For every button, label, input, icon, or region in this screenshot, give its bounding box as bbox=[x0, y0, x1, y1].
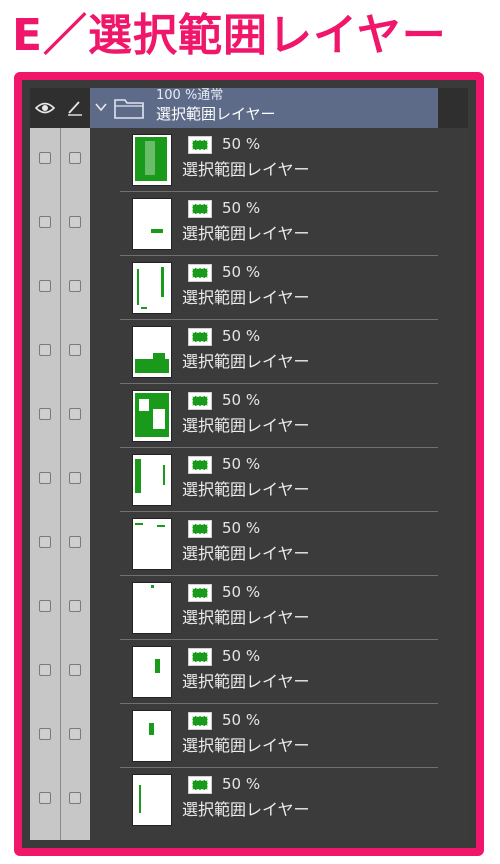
layer-thumbnail bbox=[132, 774, 172, 826]
edit-lock-checkbox[interactable] bbox=[69, 280, 81, 292]
pen-icon[interactable] bbox=[60, 88, 90, 128]
visibility-checkbox[interactable] bbox=[39, 472, 51, 484]
layer-thumbnail bbox=[132, 262, 172, 314]
layer-thumbnail bbox=[132, 646, 172, 698]
visibility-checkbox[interactable] bbox=[39, 408, 51, 420]
selection-layer-icon bbox=[188, 200, 212, 218]
layer-opacity: 50 % bbox=[222, 647, 261, 665]
eye-icon[interactable] bbox=[30, 88, 60, 128]
layer-panel-header: 100 %通常 選択範囲レイヤー bbox=[30, 88, 468, 128]
layer-panel: 100 %通常 選択範囲レイヤー 50 % 選択範囲レイヤー 50 % 選択範囲… bbox=[30, 88, 468, 840]
layer-row[interactable]: 50 % 選択範囲レイヤー bbox=[30, 704, 468, 768]
edit-lock-checkbox[interactable] bbox=[69, 792, 81, 804]
layer-name: 選択範囲レイヤー bbox=[182, 544, 310, 563]
selection-layer-icon bbox=[188, 264, 212, 282]
edit-lock-checkbox[interactable] bbox=[69, 344, 81, 356]
edit-lock-checkbox[interactable] bbox=[69, 216, 81, 228]
visibility-checkbox[interactable] bbox=[39, 728, 51, 740]
folder-icon bbox=[114, 99, 144, 119]
selection-layer-icon bbox=[188, 776, 212, 794]
layer-thumbnail bbox=[132, 454, 172, 506]
layer-name: 選択範囲レイヤー bbox=[182, 800, 310, 819]
layer-row[interactable]: 50 % 選択範囲レイヤー bbox=[30, 640, 468, 704]
edit-lock-checkbox[interactable] bbox=[69, 408, 81, 420]
selection-layer-icon bbox=[188, 584, 212, 602]
visibility-checkbox[interactable] bbox=[39, 216, 51, 228]
highlight-frame: 100 %通常 選択範囲レイヤー 50 % 選択範囲レイヤー 50 % 選択範囲… bbox=[14, 72, 484, 856]
page-title: E／選択範囲レイヤー bbox=[12, 10, 447, 61]
layer-thumbnail bbox=[132, 518, 172, 570]
selection-layer-icon bbox=[188, 648, 212, 666]
edit-lock-checkbox[interactable] bbox=[69, 664, 81, 676]
selection-layer-icon bbox=[188, 456, 212, 474]
layer-name: 選択範囲レイヤー bbox=[182, 224, 310, 243]
layer-thumbnail bbox=[132, 390, 172, 442]
layer-row[interactable]: 50 % 選択範囲レイヤー bbox=[30, 512, 468, 576]
edit-lock-checkbox[interactable] bbox=[69, 536, 81, 548]
visibility-checkbox[interactable] bbox=[39, 344, 51, 356]
visibility-checkbox[interactable] bbox=[39, 152, 51, 164]
layer-thumbnail bbox=[132, 582, 172, 634]
layer-thumbnail bbox=[132, 198, 172, 250]
layer-opacity: 50 % bbox=[222, 391, 261, 409]
layer-row[interactable]: 50 % 選択範囲レイヤー bbox=[30, 256, 468, 320]
layer-row[interactable]: 50 % 選択範囲レイヤー bbox=[30, 768, 468, 832]
edit-lock-checkbox[interactable] bbox=[69, 600, 81, 612]
visibility-checkbox[interactable] bbox=[39, 792, 51, 804]
layer-opacity: 50 % bbox=[222, 135, 261, 153]
layer-opacity: 50 % bbox=[222, 519, 261, 537]
selection-layer-icon bbox=[188, 328, 212, 346]
layer-name: 選択範囲レイヤー bbox=[182, 480, 310, 499]
layer-row[interactable]: 50 % 選択範囲レイヤー bbox=[30, 128, 468, 192]
layer-opacity: 50 % bbox=[222, 711, 261, 729]
layer-opacity: 50 % bbox=[222, 263, 261, 281]
layer-row[interactable]: 50 % 選択範囲レイヤー bbox=[30, 384, 468, 448]
layer-thumbnail bbox=[132, 134, 172, 186]
visibility-checkbox[interactable] bbox=[39, 664, 51, 676]
selection-layer-icon bbox=[188, 712, 212, 730]
layer-name: 選択範囲レイヤー bbox=[182, 416, 310, 435]
layer-thumbnail bbox=[132, 326, 172, 378]
edit-lock-checkbox[interactable] bbox=[69, 472, 81, 484]
layer-name: 選択範囲レイヤー bbox=[182, 608, 310, 627]
visibility-checkbox[interactable] bbox=[39, 600, 51, 612]
layer-row[interactable]: 50 % 選択範囲レイヤー bbox=[30, 576, 468, 640]
layer-opacity: 50 % bbox=[222, 583, 261, 601]
folder-name: 選択範囲レイヤー bbox=[156, 105, 276, 123]
chevron-down-icon[interactable] bbox=[94, 100, 108, 114]
layer-opacity: 50 % bbox=[222, 327, 261, 345]
layer-thumbnail bbox=[132, 710, 172, 762]
edit-lock-checkbox[interactable] bbox=[69, 152, 81, 164]
layer-row[interactable]: 50 % 選択範囲レイヤー bbox=[30, 192, 468, 256]
folder-layer-row[interactable]: 100 %通常 選択範囲レイヤー bbox=[90, 88, 438, 128]
visibility-checkbox[interactable] bbox=[39, 536, 51, 548]
layer-opacity: 50 % bbox=[222, 775, 261, 793]
selection-layer-icon bbox=[188, 392, 212, 410]
layer-opacity: 50 % bbox=[222, 199, 261, 217]
layer-name: 選択範囲レイヤー bbox=[182, 160, 310, 179]
layer-name: 選択範囲レイヤー bbox=[182, 672, 310, 691]
layer-opacity: 50 % bbox=[222, 455, 261, 473]
selection-layer-icon bbox=[188, 520, 212, 538]
visibility-checkbox[interactable] bbox=[39, 280, 51, 292]
layer-row[interactable]: 50 % 選択範囲レイヤー bbox=[30, 320, 468, 384]
layer-row[interactable]: 50 % 選択範囲レイヤー bbox=[30, 448, 468, 512]
layer-name: 選択範囲レイヤー bbox=[182, 288, 310, 307]
layer-name: 選択範囲レイヤー bbox=[182, 736, 310, 755]
layer-name: 選択範囲レイヤー bbox=[182, 352, 310, 371]
selection-layer-icon bbox=[188, 136, 212, 154]
folder-opacity-mode: 100 %通常 bbox=[156, 88, 224, 103]
edit-lock-checkbox[interactable] bbox=[69, 728, 81, 740]
